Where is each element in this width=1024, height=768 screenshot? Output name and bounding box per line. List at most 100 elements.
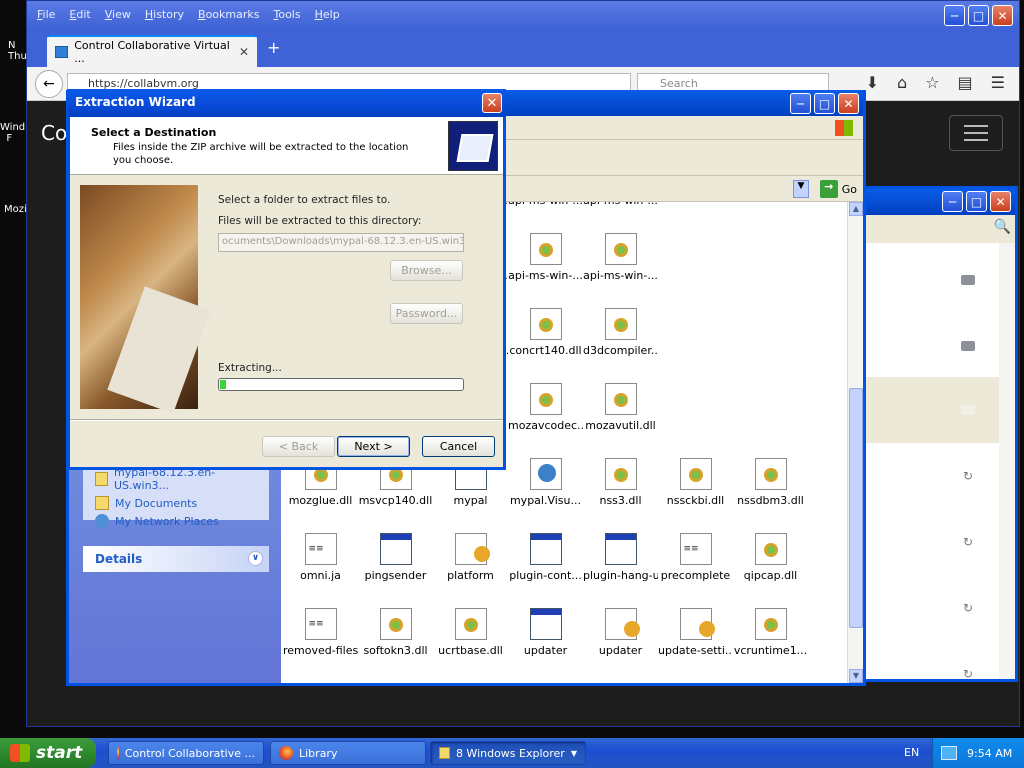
start-button[interactable]: start [0,738,96,768]
language-indicator[interactable]: EN [904,746,919,759]
file-item[interactable]: mozavutil.dll [583,383,658,432]
back-button[interactable]: ← [35,70,63,98]
network-tray-icon[interactable] [941,746,957,760]
library-icon[interactable]: ▤ [958,73,973,92]
address-dropdown-icon[interactable]: ▼ [793,180,809,198]
close-button[interactable]: ✕ [838,93,859,114]
file-item[interactable]: ucrtbase.dll [433,608,508,657]
file-item[interactable]: removed-files [283,608,358,657]
shortcut-arrow-icon[interactable]: ↻ [963,667,973,681]
scrollbar-thumb[interactable] [849,388,863,628]
my-documents-icon [95,496,109,510]
file-item[interactable]: omni.ja [283,533,358,582]
dll-file-icon [604,233,637,265]
menu-item-help[interactable]: Help [315,8,340,21]
minimize-button[interactable]: ─ [942,191,963,212]
dll-file-icon [604,383,637,415]
menu-item-bookmarks[interactable]: Bookmarks [198,8,259,21]
shortcut-arrow-icon[interactable]: ↻ [963,535,973,549]
taskbar-item-group[interactable]: 8 Windows Explorer ▼ [430,741,586,765]
file-name: api-ms-win-... [583,269,658,282]
next-button[interactable]: Next > [337,436,410,457]
file-item[interactable]: plugin-hang-ui [583,533,658,582]
search-icon[interactable]: 🔍 [994,219,1011,235]
download-icon[interactable]: ⬇ [866,73,879,92]
folder-icon[interactable] [961,405,975,415]
taskbar-item[interactable]: Library [270,741,426,765]
file-item[interactable]: pingsender [358,533,433,582]
file-item[interactable]: updater [583,608,658,657]
firefox-icon [117,746,119,760]
dll-file-icon [604,308,637,340]
file-item[interactable]: platform [433,533,508,582]
close-button[interactable]: ✕ [990,191,1011,212]
close-button[interactable]: ✕ [482,93,502,113]
home-icon[interactable]: ⌂ [897,73,907,92]
file-item[interactable]: mozavcodec... [508,383,583,432]
file-item[interactable]: plugin-cont... [508,533,583,582]
file-item[interactable]: qipcap.dll [733,533,808,582]
file-item[interactable]: mypal.Visu... [508,458,583,507]
my-documents-link[interactable]: My Documents [83,494,269,512]
file-item[interactable]: d3dcompiler... [583,308,658,357]
browser-tab[interactable]: Control Collaborative Virtual ... ✕ [47,35,257,67]
dll-file-icon [529,383,562,415]
page-menu-toggle[interactable] [949,115,1003,151]
maximize-button[interactable]: □ [814,93,835,114]
taskbar-item[interactable]: Control Collaborative ... [108,741,264,765]
file-item[interactable]: api-ms-win-... [508,233,583,282]
menu-item-edit[interactable]: Edit [69,8,90,21]
maximize-button[interactable]: □ [968,5,989,26]
file-item[interactable]: api-ms-win-... [508,202,583,207]
folder-icon[interactable] [961,341,975,351]
minimize-button[interactable]: ─ [944,5,965,26]
dll-file-icon [679,458,712,490]
shortcut-arrow-icon[interactable]: ↻ [963,469,973,483]
menu-item-history[interactable]: History [145,8,184,21]
menu-item-view[interactable]: View [105,8,131,21]
file-item[interactable]: updater [508,608,583,657]
minimize-button[interactable]: ─ [790,93,811,114]
file-item[interactable]: nssckbi.dll [658,458,733,507]
tab-strip: Control Collaborative Virtual ... ✕ + [27,29,1019,67]
cfg-file-icon [679,608,715,640]
start-label: start [36,743,83,763]
shortcut-arrow-icon[interactable]: ↻ [963,601,973,615]
bookmark-star-icon[interactable]: ☆ [925,73,939,92]
maximize-button[interactable]: □ [966,191,987,212]
windows-logo-icon [10,744,30,762]
page-brand[interactable]: Co [41,121,67,145]
vertical-scrollbar[interactable]: ▲ ▼ [847,202,863,683]
cancel-button[interactable]: Cancel [422,436,495,457]
scroll-down-icon[interactable]: ▼ [849,669,863,683]
file-item[interactable]: precomplete [658,533,733,582]
close-tab-icon[interactable]: ✕ [239,45,249,59]
chevron-down-icon[interactable]: ∨ [248,551,263,566]
scroll-up-icon[interactable]: ▲ [849,202,863,216]
menu-item-file[interactable]: File [37,8,55,21]
file-item[interactable]: update-setti... [658,608,733,657]
close-button[interactable]: ✕ [992,5,1013,26]
menu-item-tools[interactable]: Tools [273,8,300,21]
file-item[interactable]: api-ms-win-... [583,233,658,282]
details-panel-header[interactable]: Details ∨ [83,546,269,572]
file-item[interactable]: softokn3.dll [358,608,433,657]
go-button[interactable]: → Go [819,180,857,198]
my-network-places-link[interactable]: My Network Places [83,512,269,530]
file-item[interactable]: vcruntime1... [733,608,808,657]
file-item[interactable]: concrt140.dll [508,308,583,357]
monitor-icon [55,46,69,58]
clock[interactable]: 9:54 AM [967,747,1012,760]
file-item[interactable]: nss3.dll [583,458,658,507]
new-tab-button[interactable]: + [267,38,280,57]
folder-icon[interactable] [961,275,975,285]
vertical-scrollbar[interactable] [999,243,1015,679]
divider [70,419,503,421]
file-name: nss3.dll [599,494,642,507]
file-item[interactable]: nssdbm3.dll [733,458,808,507]
file-name: mozglue.dll [288,494,353,507]
hamburger-menu-icon[interactable]: ☰ [991,73,1005,92]
details-label: Details [95,552,143,566]
file-item[interactable]: api-ms-win-... [583,202,658,207]
file-name: ucrtbase.dll [438,644,503,657]
